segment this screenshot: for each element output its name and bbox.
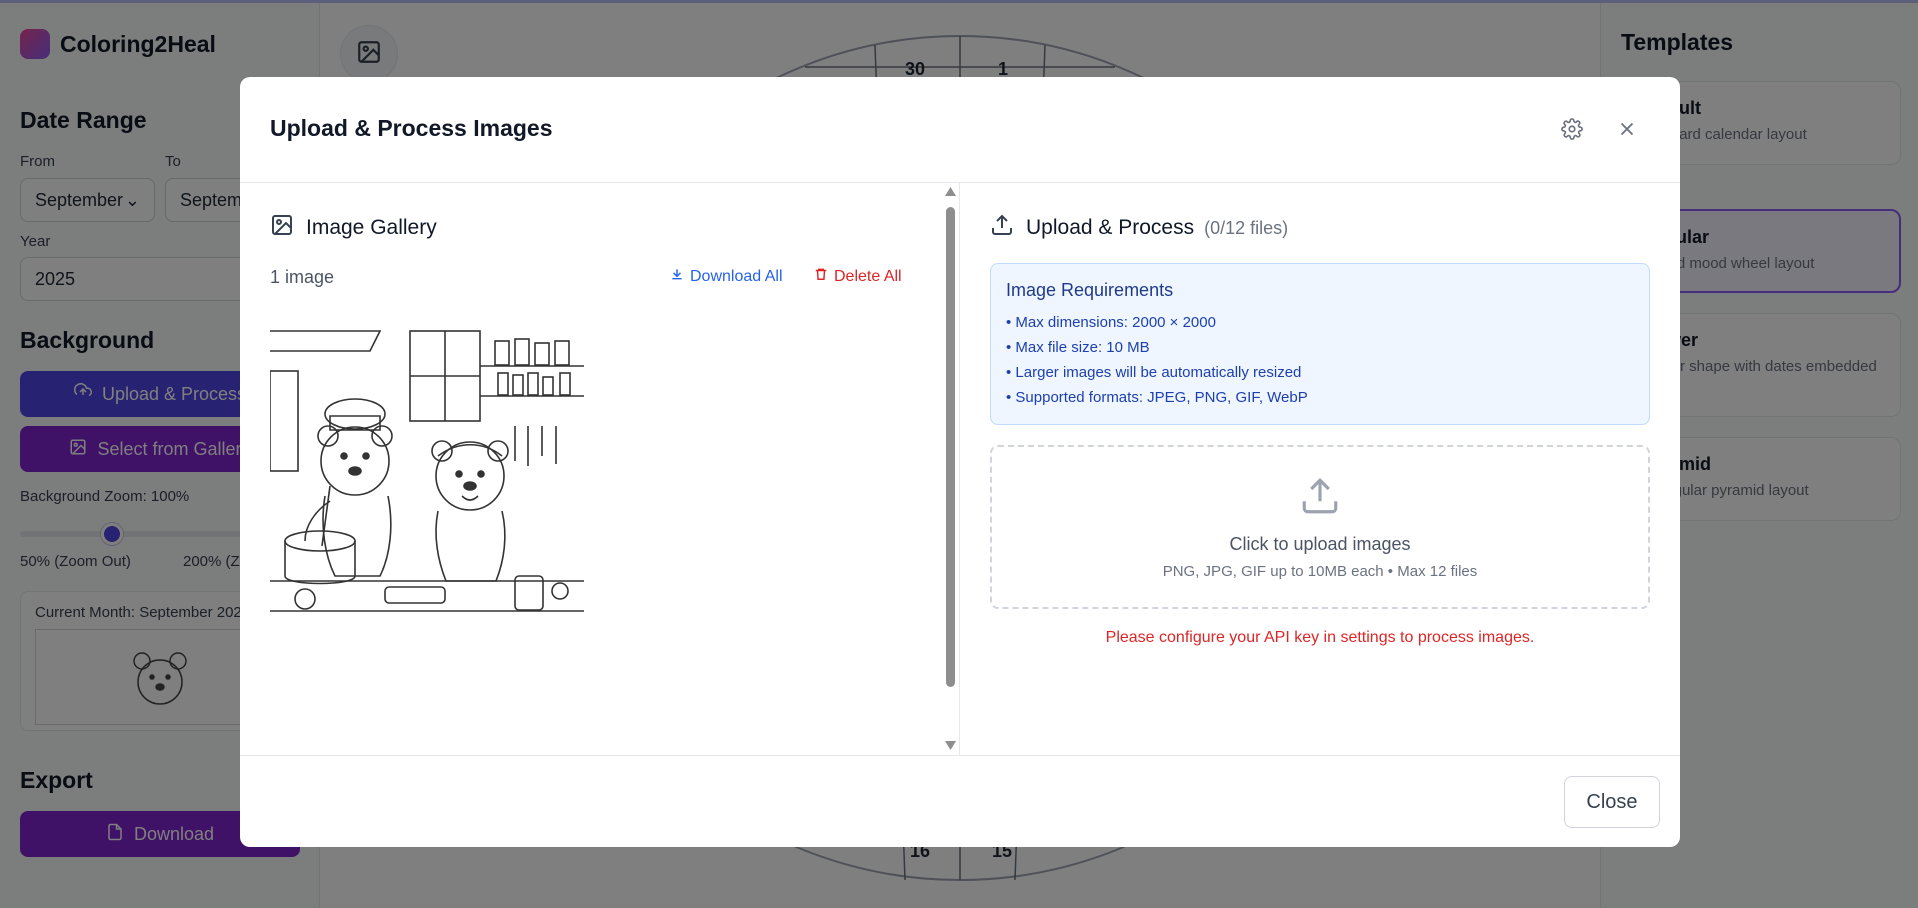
requirement-item: • Larger images will be automatically re… bbox=[1006, 364, 1302, 381]
settings-button[interactable] bbox=[1554, 113, 1590, 149]
upload-process-section: Upload & Process (0/12 files) Image Requ… bbox=[960, 183, 1680, 755]
gallery-image-thumbnail[interactable] bbox=[270, 311, 584, 625]
upload-icon bbox=[990, 213, 1014, 243]
dropzone-sub-text: PNG, JPG, GIF up to 10MB each • Max 12 f… bbox=[1162, 562, 1478, 580]
close-icon bbox=[1616, 118, 1638, 145]
gallery-title: Image Gallery bbox=[306, 216, 437, 239]
requirements-title: Image Requirements bbox=[1006, 280, 1174, 300]
gallery-count: 1 image bbox=[270, 267, 335, 287]
delete-all-button[interactable]: Delete All bbox=[814, 267, 902, 286]
image-icon bbox=[270, 213, 294, 243]
gallery-scrollbar-thumb[interactable] bbox=[946, 207, 955, 687]
image-gallery-section: Image Gallery 1 image Download All Delet… bbox=[240, 183, 960, 755]
trash-icon bbox=[814, 267, 828, 286]
modal-header: Upload & Process Images bbox=[240, 77, 1680, 183]
modal-title: Upload & Process Images bbox=[270, 115, 553, 141]
api-key-error: Please configure your API key in setting… bbox=[1105, 629, 1535, 646]
upload-title: Upload & Process bbox=[1026, 216, 1195, 239]
requirement-item: • Supported formats: JPEG, PNG, GIF, Web… bbox=[1006, 389, 1308, 406]
requirement-item: • Max file size: 10 MB bbox=[1006, 339, 1150, 356]
image-requirements-box: Image Requirements • Max dimensions: 200… bbox=[990, 263, 1650, 425]
modal-footer: Close bbox=[240, 755, 1680, 847]
scroll-down-arrow[interactable] bbox=[945, 741, 956, 750]
close-button[interactable]: Close bbox=[1564, 776, 1660, 828]
upload-icon bbox=[1299, 475, 1341, 522]
modal-close-x-button[interactable] bbox=[1609, 113, 1645, 149]
scroll-up-arrow[interactable] bbox=[945, 187, 956, 196]
delete-all-label: Delete All bbox=[834, 267, 902, 285]
gallery-scrollbar[interactable] bbox=[940, 183, 960, 755]
requirement-item: • Max dimensions: 2000 × 2000 bbox=[1006, 314, 1216, 331]
upload-heading: Upload & Process (0/12 files) bbox=[990, 213, 1288, 243]
upload-modal: Upload & Process Images Image Gallery 1 … bbox=[240, 77, 1680, 847]
upload-file-count: (0/12 files) bbox=[1204, 217, 1289, 238]
download-all-button[interactable]: Download All bbox=[670, 267, 783, 286]
gear-icon bbox=[1561, 117, 1583, 145]
download-all-label: Download All bbox=[690, 267, 783, 285]
modal-body: Image Gallery 1 image Download All Delet… bbox=[240, 183, 1680, 755]
upload-dropzone[interactable]: Click to upload images PNG, JPG, GIF up … bbox=[990, 445, 1650, 609]
download-icon bbox=[670, 267, 684, 286]
dropzone-main-text: Click to upload images bbox=[1229, 533, 1411, 554]
gallery-heading: Image Gallery bbox=[270, 213, 437, 243]
